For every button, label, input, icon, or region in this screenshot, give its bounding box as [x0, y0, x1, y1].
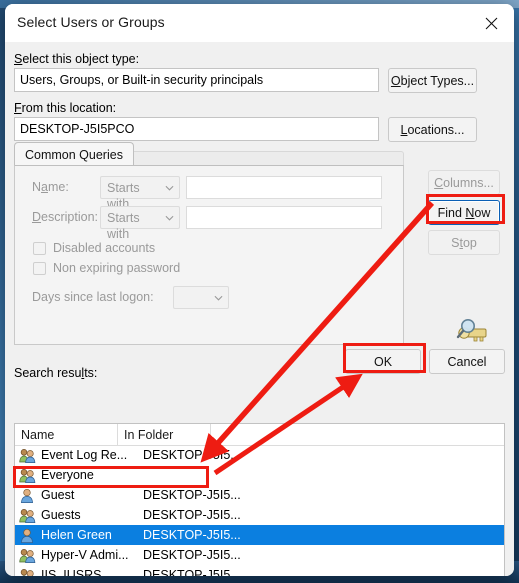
close-icon[interactable] [468, 4, 514, 42]
group-icon [19, 469, 36, 483]
row-name: Guest [41, 488, 75, 502]
row-in-folder: DESKTOP-J5I5... [143, 448, 241, 462]
stop-button[interactable]: Stop [428, 230, 500, 255]
row-in-folder: DESKTOP-J5I5... [143, 568, 241, 576]
location-value[interactable]: DESKTOP-J5I5PCO [14, 117, 379, 141]
table-row[interactable]: Guests DESKTOP-J5I5... [15, 505, 504, 525]
user-icon [21, 528, 33, 543]
list-header: Name In Folder [15, 424, 504, 446]
name-label: Name: [32, 180, 69, 194]
row-in-folder: DESKTOP-J5I5... [143, 528, 241, 542]
object-types-button[interactable]: Object Types... [388, 68, 477, 93]
dialog-body: Select this object type: Users, Groups, … [5, 42, 514, 576]
disabled-accounts-checkbox[interactable]: Disabled accounts [33, 241, 155, 255]
tab-common-queries[interactable]: Common Queries [14, 142, 134, 167]
table-row[interactable]: Event Log Re... DESKTOP-J5I5... [15, 445, 504, 465]
locations-button[interactable]: Locations... [388, 117, 477, 142]
cancel-button[interactable]: Cancel [429, 349, 505, 374]
days-since-last-logon-combo[interactable] [173, 286, 229, 309]
disabled-accounts-label: Disabled accounts [53, 241, 156, 255]
group-icon [19, 509, 36, 523]
select-users-or-groups-dialog: Select Users or Groups Select this objec… [5, 4, 514, 576]
table-row[interactable]: Everyone [15, 465, 504, 485]
disabled-accounts-box [33, 241, 46, 255]
row-name: Hyper-V Admi... [41, 548, 129, 562]
column-header-in-folder[interactable]: In Folder [118, 424, 211, 445]
table-row[interactable]: IIS_IUSRS DESKTOP-J5I5... [15, 565, 504, 576]
row-name: Event Log Re... [41, 448, 128, 462]
description-operator-combo[interactable]: Starts with [100, 206, 180, 241]
name-operator-combo[interactable]: Starts with [100, 176, 180, 211]
object-type-value[interactable]: Users, Groups, or Built-in security prin… [14, 68, 379, 92]
tab-strip: Common Queries [14, 142, 404, 167]
window-title: Select Users or Groups [17, 14, 165, 30]
user-icon [21, 488, 33, 503]
group-icon [19, 549, 36, 563]
list-rows: Event Log Re... DESKTOP-J5I5... Everyone … [15, 445, 504, 576]
table-row[interactable]: Guest DESKTOP-J5I5... [15, 485, 504, 505]
find-now-button[interactable]: Find Now [428, 200, 500, 225]
row-name: Guests [41, 508, 81, 522]
description-label: Description: [32, 210, 99, 224]
non-expiring-password-checkbox[interactable]: Non expiring password [33, 261, 180, 275]
description-input[interactable] [186, 206, 382, 229]
name-input[interactable] [186, 176, 382, 199]
row-name: Helen Green [41, 528, 112, 542]
ok-button[interactable]: OK [345, 349, 421, 374]
table-row[interactable]: Hyper-V Admi... DESKTOP-J5I5... [15, 545, 504, 565]
column-header-name[interactable]: Name [15, 424, 118, 445]
location-label: From this location: [14, 101, 117, 115]
days-since-last-logon-label: Days since last logon: [32, 290, 154, 304]
key-magnifier-icon [454, 317, 490, 347]
row-name: IIS_IUSRS [41, 568, 102, 576]
row-in-folder: DESKTOP-J5I5... [143, 548, 241, 562]
search-results-label: Search results: [14, 366, 98, 380]
non-expiring-password-box [33, 261, 46, 275]
columns-button[interactable]: Columns... [428, 170, 500, 195]
row-in-folder: DESKTOP-J5I5... [143, 508, 241, 522]
row-name: Everyone [41, 468, 94, 482]
column-header-blank[interactable] [211, 424, 271, 445]
group-icon [19, 449, 36, 463]
object-type-label: Select this object type: [14, 52, 140, 66]
row-in-folder: DESKTOP-J5I5... [143, 488, 241, 502]
title-bar: Select Users or Groups [5, 4, 514, 42]
table-row[interactable]: Helen Green DESKTOP-J5I5... [15, 525, 504, 545]
group-icon [20, 569, 34, 576]
search-results-list[interactable]: Name In Folder Event Log Re... DESKTOP-J5… [14, 423, 505, 576]
non-expiring-password-label: Non expiring password [53, 261, 181, 275]
